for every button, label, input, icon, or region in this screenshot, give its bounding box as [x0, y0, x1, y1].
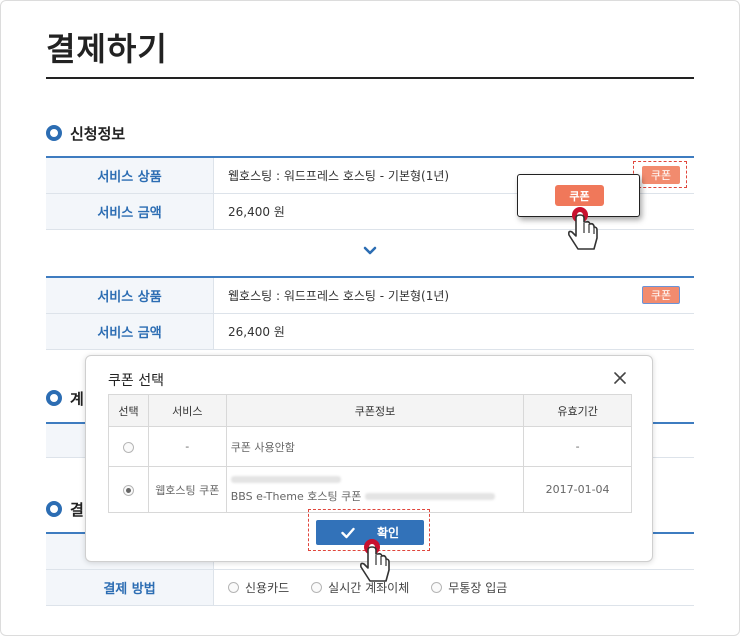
result-info-table: 서비스 상품 웹호스팅 : 워드프레스 호스팅 - 기본형(1년) 쿠폰 서비스… [46, 276, 694, 350]
section-bullet-icon [46, 125, 62, 141]
blurred-text [230, 475, 341, 483]
table-header-row: 선택 서비스 쿠폰정보 유효기간 [108, 394, 632, 427]
section-title: 계 [70, 389, 84, 408]
radio-button[interactable] [228, 582, 239, 593]
title-divider [46, 77, 694, 79]
payment-option-deposit[interactable]: 무통장 입금 [431, 579, 507, 596]
column-header: 서비스 [147, 394, 227, 427]
row-value-service-amount: 26,400 원 [228, 325, 285, 339]
radio-button[interactable] [311, 582, 323, 593]
section-apply-info-header: 신청정보 [46, 123, 125, 143]
row-label-service-amount: 서비스 금액 [46, 194, 214, 229]
row-label-service-amount: 서비스 금액 [46, 314, 214, 349]
radio-button[interactable] [122, 441, 134, 453]
table-row: 서비스 상품 웹호스팅 : 워드프레스 호스팅 - 기본형(1년) 쿠폰 [46, 278, 694, 314]
payment-option-card[interactable]: 신용카드 [228, 579, 289, 596]
callout-coupon-button[interactable]: 쿠폰 [555, 185, 604, 206]
blurred-text [365, 493, 496, 500]
table-row[interactable]: - 쿠폰 사용안함 - [108, 426, 632, 467]
service-cell: 웹호스팅 쿠폰 [147, 466, 227, 513]
column-header: 쿠폰정보 [225, 394, 525, 427]
section-bullet-icon [46, 390, 62, 406]
coupon-info-cell: BBS e-Theme 호스팅 쿠폰 [225, 466, 525, 513]
section-title: 결 [70, 500, 84, 519]
service-cell: - [147, 426, 227, 467]
payment-option-label: 무통장 입금 [448, 581, 508, 595]
row-label-service-product: 서비스 상품 [46, 158, 214, 193]
coupon-applied-button[interactable]: 쿠폰 [642, 286, 680, 304]
payment-method-options: 신용카드 실시간 계좌이체 무통장 입금 [214, 570, 694, 605]
hand-pointer-icon [568, 207, 598, 250]
check-icon [341, 527, 355, 538]
section-payment-header: 결 [46, 499, 84, 519]
service-product-text: 웹호스팅 : 워드프레스 호스팅 - 기본형(1년) [228, 169, 450, 183]
section-bullet-icon [46, 501, 62, 517]
service-product-text: 웹호스팅 : 워드프레스 호스팅 - 기본형(1년) [228, 289, 450, 303]
coupon-button[interactable]: 쿠폰 [642, 166, 680, 184]
hand-pointer-icon [360, 539, 390, 582]
page-title: 결제하기 [46, 30, 168, 68]
column-header: 선택 [108, 394, 149, 427]
radio-button[interactable] [431, 582, 443, 593]
chevron-down-icon [363, 246, 377, 255]
section-account-header: 계 [46, 388, 84, 408]
select-cell[interactable] [108, 426, 149, 467]
coupon-select-modal: 쿠폰 선택 선택 서비스 쿠폰정보 유효기간 - 쿠폰 사용안함 - 웹호스팅 … [85, 355, 653, 562]
table-row: 서비스 금액 26,400 원 [46, 314, 694, 350]
row-value-service-product: 웹호스팅 : 워드프레스 호스팅 - 기본형(1년) 쿠폰 [214, 278, 694, 313]
radio-button-selected[interactable] [122, 484, 134, 496]
coupon-table: 선택 서비스 쿠폰정보 유효기간 - 쿠폰 사용안함 - 웹호스팅 쿠폰 BBS… [108, 394, 632, 513]
payment-option-label: 신용카드 [245, 581, 290, 595]
close-icon[interactable] [612, 370, 628, 386]
row-label-payment-method: 결제 방법 [46, 570, 214, 605]
select-cell[interactable] [108, 466, 149, 513]
valid-cell: 2017-01-04 [523, 466, 632, 513]
column-header: 유효기간 [523, 394, 632, 427]
table-row[interactable]: 웹호스팅 쿠폰 BBS e-Theme 호스팅 쿠폰 2017-01-04 [108, 466, 632, 513]
coupon-info-text: BBS e-Theme 호스팅 쿠폰 [230, 489, 362, 503]
section-title: 신청정보 [70, 124, 126, 143]
coupon-info-cell: 쿠폰 사용안함 [225, 426, 525, 467]
row-label-service-product: 서비스 상품 [46, 278, 214, 313]
valid-cell: - [523, 426, 632, 467]
modal-title: 쿠폰 선택 [108, 373, 164, 389]
